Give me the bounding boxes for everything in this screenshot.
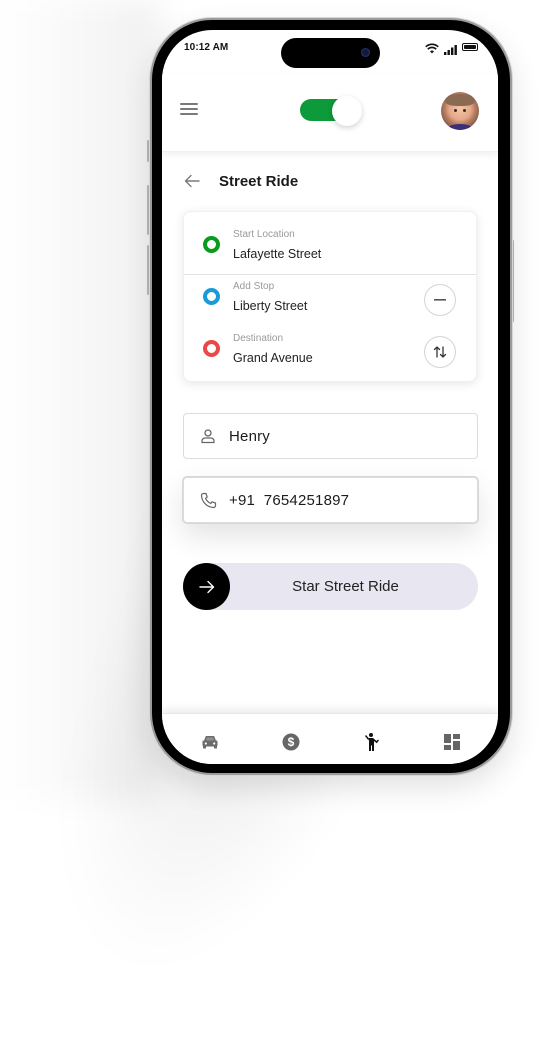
route-divider	[184, 274, 476, 275]
phone-volume-down-button	[147, 245, 149, 295]
dollar-icon: $	[282, 733, 300, 751]
person-icon	[199, 427, 217, 445]
passenger-name-value: Henry	[229, 427, 271, 445]
route-label: Add Stop	[233, 281, 275, 292]
dashboard-icon	[444, 734, 460, 750]
route-destination[interactable]: Destination Grand Avenue	[184, 328, 476, 380]
route-card: Start Location Lafayette Street Add Stop…	[183, 211, 477, 382]
bottom-navigation: $	[162, 713, 498, 764]
status-icons	[425, 41, 478, 55]
start-street-ride-slider[interactable]: Star Street Ride	[183, 563, 478, 610]
nav-dashboard-icon[interactable]	[440, 730, 464, 754]
phone-volume-up-button	[147, 185, 149, 235]
route-start-location[interactable]: Start Location Lafayette Street	[184, 212, 476, 264]
destination-value[interactable]: Grand Avenue	[233, 351, 313, 365]
phone-icon	[199, 491, 217, 509]
remove-stop-button[interactable]	[424, 284, 456, 316]
route-add-stop[interactable]: Add Stop Liberty Street	[184, 276, 476, 328]
person-waving-icon	[365, 733, 379, 751]
destination-dot-icon	[203, 340, 220, 357]
start-location-value[interactable]: Lafayette Street	[233, 247, 321, 261]
wifi-icon	[425, 41, 439, 54]
availability-toggle[interactable]	[300, 96, 364, 126]
battery-icon	[462, 42, 478, 51]
svg-text:$: $	[288, 735, 295, 749]
phone-action-button	[147, 140, 149, 162]
status-time: 10:12 AM	[184, 42, 229, 53]
slider-label: Star Street Ride	[292, 578, 399, 595]
minus-icon	[434, 299, 446, 301]
page-title: Street Ride	[219, 172, 299, 190]
nav-car-icon[interactable]	[198, 730, 222, 754]
toggle-knob	[332, 96, 362, 126]
swap-vertical-icon	[433, 346, 447, 358]
phone-screen: 10:12 AM Street Ride Start Location Lafa…	[162, 30, 498, 764]
route-label: Start Location	[233, 229, 295, 240]
arrow-left-icon[interactable]	[184, 171, 204, 191]
camera-icon	[361, 48, 370, 57]
route-label: Destination	[233, 333, 284, 344]
car-icon	[202, 736, 218, 749]
signal-icon	[444, 42, 457, 55]
passenger-name-field[interactable]: Henry	[183, 413, 478, 459]
status-bar: 10:12 AM	[162, 30, 498, 74]
stop-dot-icon	[203, 288, 220, 305]
user-avatar[interactable]	[441, 92, 479, 130]
passenger-phone-value: +91 7654251897	[229, 491, 350, 509]
swap-locations-button[interactable]	[424, 336, 456, 368]
start-location-dot-icon	[203, 236, 220, 253]
passenger-phone-field[interactable]: +91 7654251897	[183, 477, 478, 523]
nav-person-waving-icon[interactable]	[360, 730, 384, 754]
phone-power-button	[512, 240, 514, 322]
app-header	[162, 74, 498, 152]
nav-dollar-icon[interactable]: $	[279, 730, 303, 754]
hamburger-menu-icon[interactable]	[180, 103, 198, 117]
dynamic-island	[281, 38, 380, 68]
stop-value[interactable]: Liberty Street	[233, 299, 307, 313]
page-title-row: Street Ride	[184, 170, 298, 192]
